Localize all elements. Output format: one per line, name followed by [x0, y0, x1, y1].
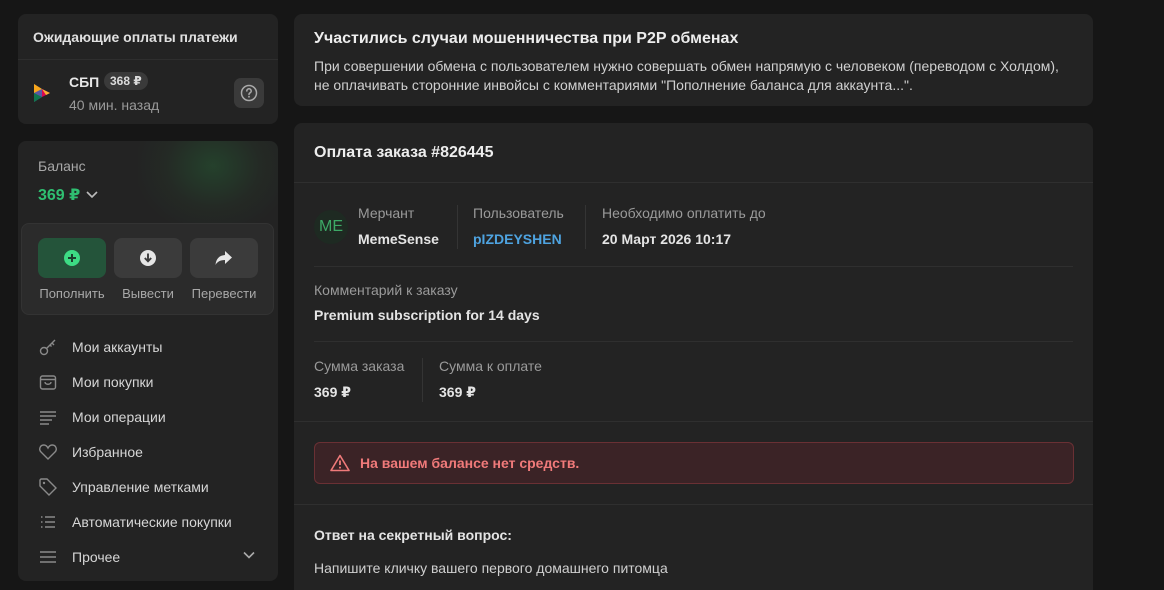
pay-sum-value: 369 ₽ — [439, 384, 476, 400]
secret-question-title: Ответ на секретный вопрос: — [314, 527, 512, 543]
secret-question-text: Напишите кличку вашего первого домашнего… — [314, 560, 668, 576]
sidebar-item-favorites[interactable]: Избранное — [18, 434, 278, 469]
transfer-button[interactable]: Перевести — [190, 238, 258, 301]
top-up-button[interactable]: Пополнить — [38, 238, 106, 301]
sidebar-menu: Мои аккаунты Мои покупки Мои операции Из… — [18, 329, 278, 574]
amount-badge: 368 ₽ — [104, 72, 148, 90]
merchant-value: MemeSense — [358, 231, 439, 247]
notice-text: При совершении обмена с пользователем ну… — [314, 58, 1059, 93]
divider — [294, 421, 1093, 422]
sidebar-item-accounts[interactable]: Мои аккаунты — [18, 329, 278, 364]
sidebar-item-label: Мои аккаунты — [72, 338, 163, 355]
chevron-down-icon — [243, 551, 255, 559]
transfer-button-bg — [190, 238, 258, 278]
chevron-down-icon — [86, 191, 98, 199]
key-icon — [38, 337, 58, 357]
divider — [457, 205, 458, 249]
sidebar-item-tags[interactable]: Управление метками — [18, 469, 278, 504]
balance-actions-panel: Пополнить Вывести Перевести — [21, 223, 274, 315]
divider — [294, 182, 1093, 183]
comment-label: Комментарий к заказу — [314, 282, 458, 298]
tag-icon — [38, 477, 58, 497]
pay-sum-label: Сумма к оплате — [439, 358, 542, 374]
divider — [18, 59, 278, 60]
merchant-label: Мерчант — [358, 205, 415, 221]
sidebar-item-label: Мои покупки — [72, 373, 154, 390]
notice-title: Участились случаи мошенничества при P2P … — [314, 30, 739, 47]
balance-label: Баланс — [38, 158, 86, 174]
warning-triangle-icon — [330, 454, 350, 472]
arrow-down-circle-icon — [140, 250, 156, 266]
lines-icon — [38, 407, 58, 427]
share-arrow-icon — [215, 251, 232, 265]
balance-glow — [138, 141, 278, 231]
plus-circle-icon — [64, 250, 80, 266]
sidebar-item-label: Прочее — [72, 548, 121, 565]
transfer-label: Перевести — [191, 286, 257, 301]
sidebar-item-other[interactable]: Прочее — [18, 539, 278, 574]
heart-icon — [38, 442, 58, 462]
sidebar-item-label: Избранное — [72, 443, 143, 460]
top-up-label: Пополнить — [39, 286, 105, 301]
order-sum-value: 369 ₽ — [314, 384, 351, 400]
alert-text: На вашем балансе нет средств. — [360, 455, 580, 471]
divider — [314, 341, 1073, 342]
question-circle-icon — [240, 84, 258, 102]
help-button[interactable] — [234, 78, 264, 108]
withdraw-button[interactable]: Вывести — [114, 238, 182, 301]
order-title: Оплата заказа #826445 — [314, 144, 494, 161]
user-link[interactable]: pIZDEYSHEN — [473, 231, 562, 247]
pending-payments-title: Ожидающие оплаты платежи — [33, 29, 238, 45]
menu-icon — [38, 547, 58, 567]
order-payment-card: Оплата заказа #826445 ME Мерчант MemeSen… — [294, 123, 1093, 590]
balance-card: Баланс 369 ₽ Пополнить Вывести Перевести… — [18, 141, 278, 581]
sidebar-item-auto-purchases[interactable]: Автоматические покупки — [18, 504, 278, 539]
payment-time: 40 мин. назад — [69, 97, 160, 113]
list-icon — [38, 512, 58, 532]
payment-method-name: СБП — [69, 74, 100, 90]
sidebar-item-label: Автоматические покупки — [72, 513, 232, 530]
pending-payments-card: Ожидающие оплаты платежи СБП 368 ₽ 40 ми… — [18, 14, 278, 124]
sidebar-item-operations[interactable]: Мои операции — [18, 399, 278, 434]
divider — [314, 266, 1073, 267]
top-up-button-bg — [38, 238, 106, 278]
user-label: Пользователь — [473, 205, 564, 221]
balance-value: 369 ₽ — [38, 187, 81, 204]
sbp-logo-icon — [34, 84, 50, 102]
balance-dropdown[interactable]: 369 ₽ — [38, 185, 98, 205]
divider — [585, 205, 586, 249]
sidebar-item-purchases[interactable]: Мои покупки — [18, 364, 278, 399]
sidebar-item-label: Управление метками — [72, 478, 209, 495]
deadline-label: Необходимо оплатить до — [602, 205, 766, 221]
divider — [422, 358, 423, 402]
withdraw-button-bg — [114, 238, 182, 278]
deadline-value: 20 Март 2026 10:17 — [602, 231, 732, 247]
merchant-avatar: ME — [314, 210, 348, 244]
divider — [294, 504, 1093, 505]
sidebar-item-label: Мои операции — [72, 408, 166, 425]
order-sum-label: Сумма заказа — [314, 358, 405, 374]
shopping-bag-icon — [38, 372, 58, 392]
withdraw-label: Вывести — [122, 286, 174, 301]
fraud-notice-card: Участились случаи мошенничества при P2P … — [294, 14, 1093, 106]
insufficient-balance-alert: На вашем балансе нет средств. — [314, 442, 1074, 484]
comment-value: Premium subscription for 14 days — [314, 307, 540, 323]
